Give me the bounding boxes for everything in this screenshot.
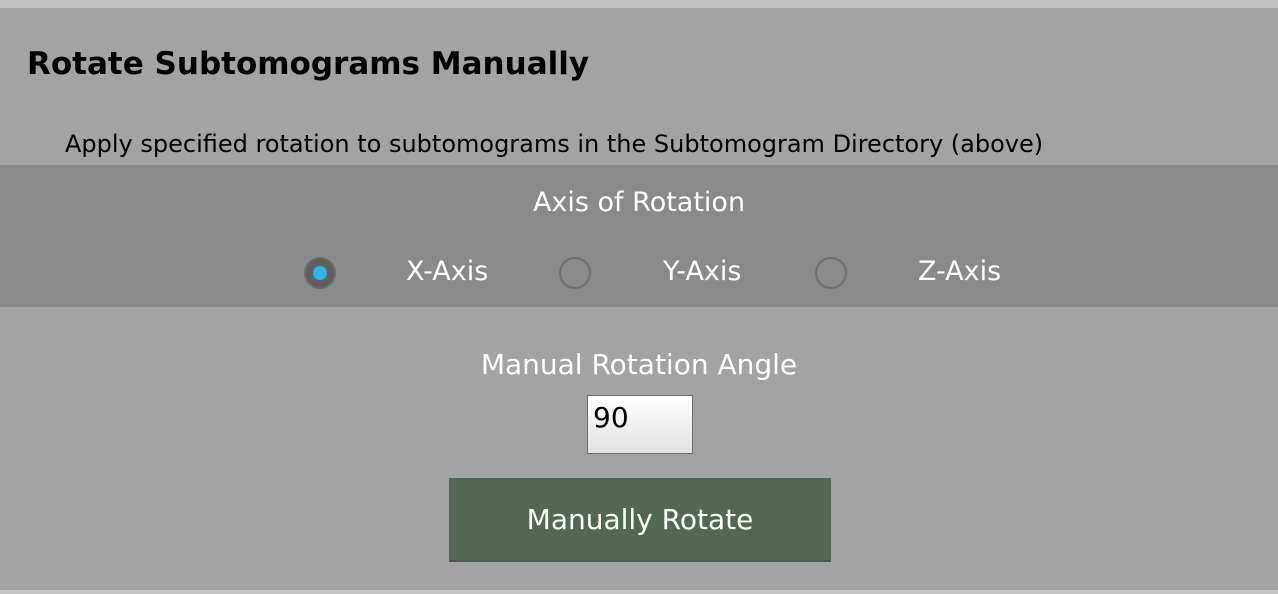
y-axis-label[interactable]: Y-Axis <box>663 256 741 287</box>
rotation-angle-label: Manual Rotation Angle <box>480 348 798 381</box>
x-axis-label[interactable]: X-Axis <box>406 256 488 287</box>
manually-rotate-button[interactable]: Manually Rotate <box>449 478 831 562</box>
section-description: Apply specified rotation to subtomograms… <box>65 130 1044 158</box>
section-title: Rotate Subtomograms Manually <box>27 46 590 82</box>
rotate-subtomograms-panel: Rotate Subtomograms Manually Apply speci… <box>0 0 1278 594</box>
z-axis-label[interactable]: Z-Axis <box>918 256 1001 287</box>
top-divider <box>0 0 1278 8</box>
x-axis-radio[interactable] <box>304 257 336 289</box>
y-axis-radio[interactable] <box>559 257 591 289</box>
bottom-divider <box>0 590 1278 594</box>
axis-of-rotation-group: Axis of Rotation X-Axis Y-Axis Z-Axis <box>0 165 1278 307</box>
axis-heading: Axis of Rotation <box>532 187 746 218</box>
z-axis-radio[interactable] <box>815 257 847 289</box>
rotation-angle-input[interactable] <box>587 395 693 454</box>
